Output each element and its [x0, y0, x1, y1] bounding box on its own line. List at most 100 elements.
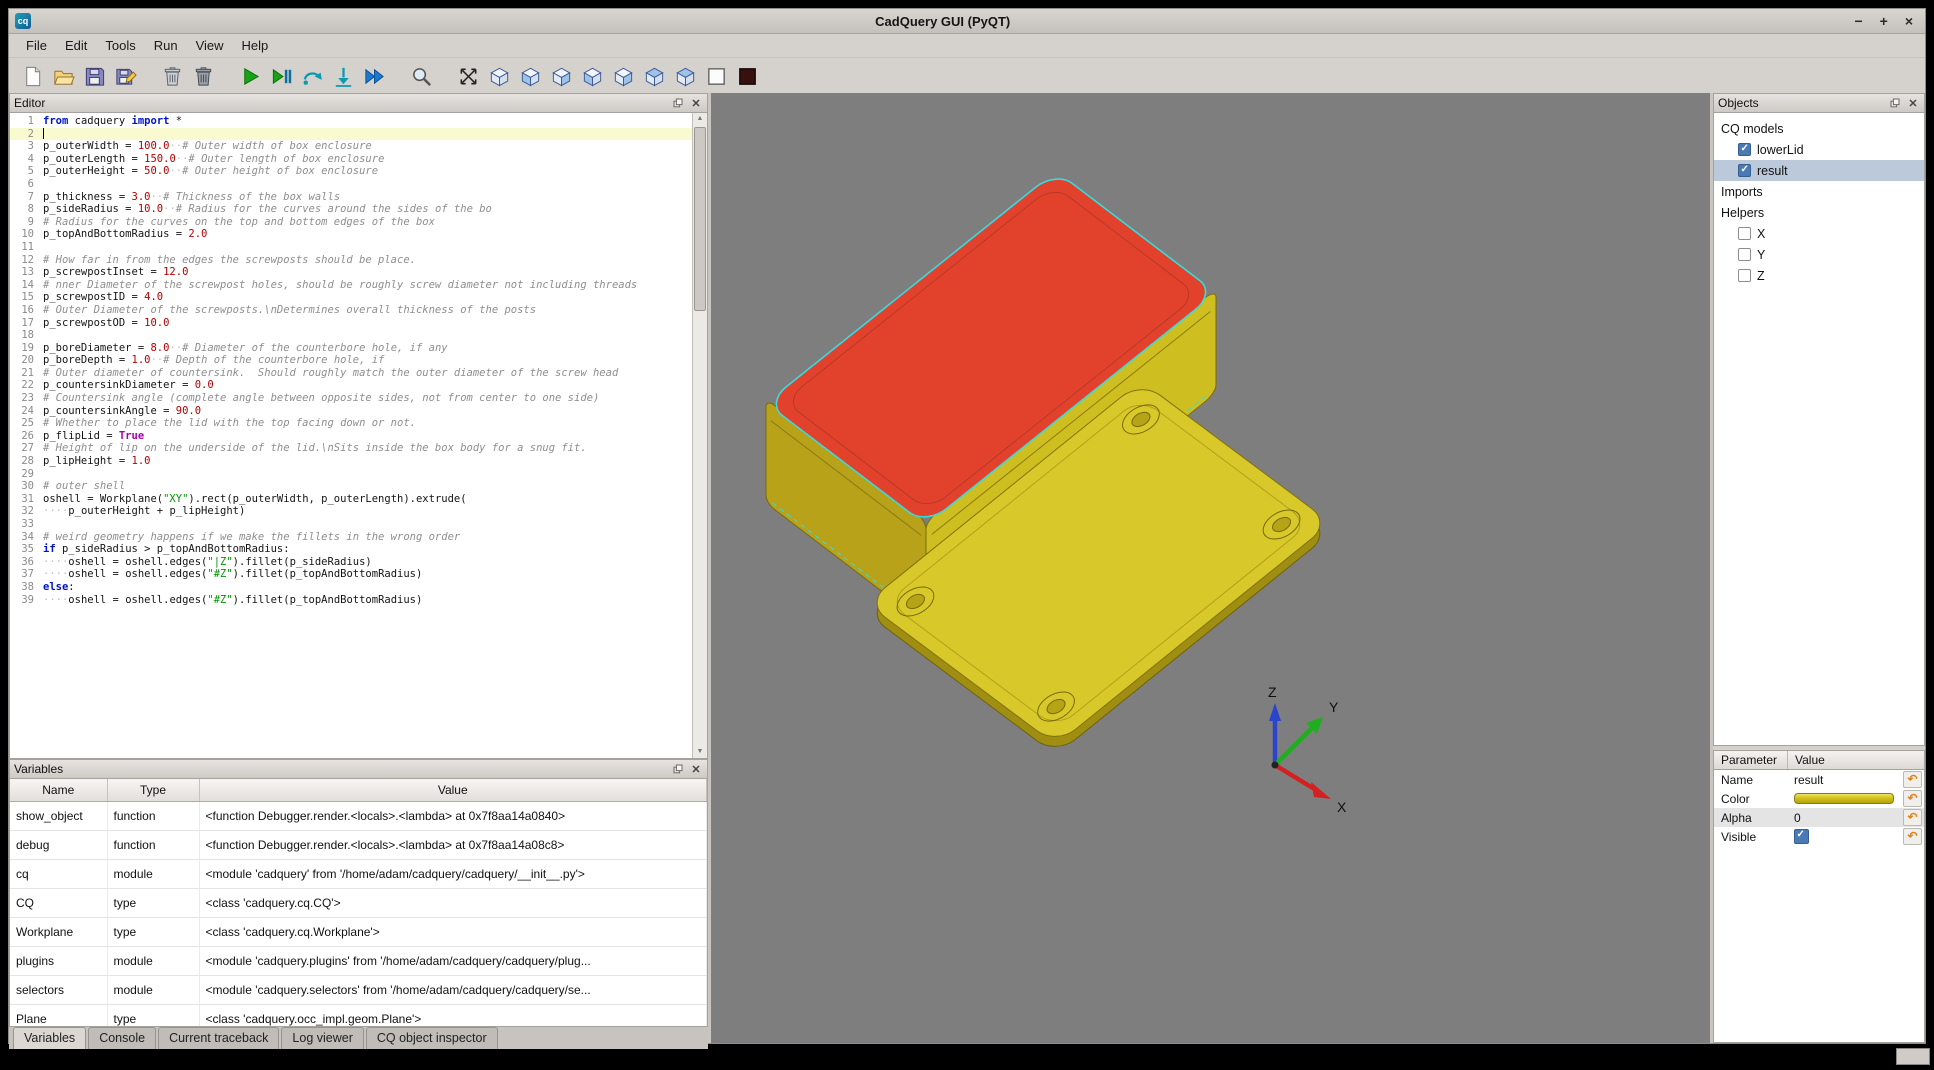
- code-line[interactable]: 10p_topAndBottomRadius = 2.0: [10, 228, 693, 241]
- code-line[interactable]: 16# Outer Diameter of the screwposts.\nD…: [10, 304, 693, 317]
- code-line[interactable]: 19p_boreDiameter = 8.0··# Diameter of th…: [10, 342, 693, 355]
- visibility-checkbox[interactable]: [1738, 143, 1751, 156]
- menu-run[interactable]: Run: [145, 36, 187, 55]
- code-line[interactable]: 9# Radius for the curves on the top and …: [10, 216, 693, 229]
- code-line[interactable]: 33: [10, 518, 693, 531]
- editor-float-button[interactable]: [670, 97, 685, 110]
- continue-icon[interactable]: [359, 61, 390, 91]
- run-icon[interactable]: [235, 61, 266, 91]
- shaded-icon[interactable]: [732, 61, 763, 91]
- tree-item-x[interactable]: X: [1714, 223, 1924, 244]
- parameter-row-color[interactable]: Color↶: [1714, 789, 1924, 808]
- parameter-row-alpha[interactable]: Alpha0↶: [1714, 808, 1924, 827]
- zoom-fit-icon[interactable]: [406, 61, 437, 91]
- table-row[interactable]: Planetype<class 'cadquery.occ_impl.geom.…: [10, 1005, 707, 1028]
- code-line[interactable]: 26p_flipLid = True: [10, 430, 693, 443]
- maximize-button[interactable]: +: [1880, 14, 1888, 28]
- code-line[interactable]: 5p_outerHeight = 50.0··# Outer height of…: [10, 165, 693, 178]
- menu-tools[interactable]: Tools: [96, 36, 144, 55]
- code-line[interactable]: 31oshell = Workplane("XY").rect(p_outerW…: [10, 493, 693, 506]
- code-line[interactable]: 11: [10, 241, 693, 254]
- column-header-type[interactable]: Type: [107, 779, 199, 802]
- debug-icon[interactable]: [266, 61, 297, 91]
- table-row[interactable]: debugfunction<function Debugger.render.<…: [10, 831, 707, 860]
- code-line[interactable]: 13p_screwpostInset = 12.0: [10, 266, 693, 279]
- editor-close-button[interactable]: [688, 97, 703, 110]
- variables-close-button[interactable]: [688, 763, 703, 776]
- code-line[interactable]: 37····oshell = oshell.edges("#Z").fillet…: [10, 568, 693, 581]
- code-line[interactable]: 2: [10, 128, 693, 141]
- objects-close-button[interactable]: [1905, 97, 1920, 110]
- code-line[interactable]: 8p_sideRadius = 10.0··# Radius for the c…: [10, 203, 693, 216]
- view-right-icon[interactable]: [608, 61, 639, 91]
- table-row[interactable]: Workplanetype<class 'cadquery.cq.Workpla…: [10, 918, 707, 947]
- menu-edit[interactable]: Edit: [56, 36, 96, 55]
- visible-checkbox[interactable]: [1794, 829, 1809, 844]
- view-iso-icon[interactable]: [484, 61, 515, 91]
- code-area[interactable]: 1from cadquery import *23p_outerWidth = …: [10, 115, 693, 606]
- code-line[interactable]: 14# nner Diameter of the screwpost holes…: [10, 279, 693, 292]
- visibility-checkbox[interactable]: [1738, 164, 1751, 177]
- parameter-column-header[interactable]: Parameter: [1714, 751, 1788, 769]
- step-into-icon[interactable]: [328, 61, 359, 91]
- code-line[interactable]: 28p_lipHeight = 1.0: [10, 455, 693, 468]
- reset-value-icon[interactable]: ↶: [1903, 771, 1922, 788]
- tab-variables[interactable]: Variables: [13, 1027, 86, 1049]
- code-line[interactable]: 32····p_outerHeight + p_lipHeight): [10, 505, 693, 518]
- objects-float-button[interactable]: [1887, 97, 1902, 110]
- code-line[interactable]: 29: [10, 468, 693, 481]
- minimize-button[interactable]: −: [1854, 14, 1862, 28]
- code-line[interactable]: 1from cadquery import *: [10, 115, 693, 128]
- visibility-checkbox[interactable]: [1738, 269, 1751, 282]
- menu-file[interactable]: File: [17, 36, 56, 55]
- color-swatch[interactable]: [1794, 793, 1894, 804]
- code-line[interactable]: 30# outer shell: [10, 480, 693, 493]
- table-row[interactable]: selectorsmodule<module 'cadquery.selecto…: [10, 976, 707, 1005]
- close-button[interactable]: ×: [1905, 14, 1913, 28]
- view-left-icon[interactable]: [577, 61, 608, 91]
- table-row[interactable]: CQtype<class 'cadquery.cq.CQ'>: [10, 889, 707, 918]
- code-line[interactable]: 6: [10, 178, 693, 191]
- code-line[interactable]: 23# Countersink angle (complete angle be…: [10, 392, 693, 405]
- table-row[interactable]: pluginsmodule<module 'cadquery.plugins' …: [10, 947, 707, 976]
- code-line[interactable]: 35if p_sideRadius > p_topAndBottomRadius…: [10, 543, 693, 556]
- column-header-name[interactable]: Name: [10, 779, 107, 802]
- code-line[interactable]: 20p_boreDepth = 1.0··# Depth of the coun…: [10, 354, 693, 367]
- menu-view[interactable]: View: [187, 36, 233, 55]
- code-line[interactable]: 27# Height of lip on the underside of th…: [10, 442, 693, 455]
- code-line[interactable]: 7p_thickness = 3.0··# Thickness of the b…: [10, 191, 693, 204]
- tree-item-helpers[interactable]: Helpers: [1714, 202, 1924, 223]
- code-line[interactable]: 24p_countersinkAngle = 90.0: [10, 405, 693, 418]
- save-icon[interactable]: [79, 61, 110, 91]
- code-line[interactable]: 3p_outerWidth = 100.0··# Outer width of …: [10, 140, 693, 153]
- value-column-header[interactable]: Value: [1788, 753, 1924, 767]
- scrollbar-thumb[interactable]: [694, 127, 706, 311]
- code-line[interactable]: 38else:: [10, 581, 693, 594]
- view-back-icon[interactable]: [546, 61, 577, 91]
- editor-scrollbar[interactable]: ▲ ▼: [692, 113, 707, 758]
- table-row[interactable]: show_objectfunction<function Debugger.re…: [10, 802, 707, 831]
- tree-item-cq-models[interactable]: CQ models: [1714, 118, 1924, 139]
- tab-current-traceback[interactable]: Current traceback: [158, 1027, 279, 1049]
- wireframe-icon[interactable]: [701, 61, 732, 91]
- tree-item-z[interactable]: Z: [1714, 265, 1924, 286]
- open-icon[interactable]: [48, 61, 79, 91]
- title-bar[interactable]: cq CadQuery GUI (PyQT) − + ×: [9, 9, 1925, 34]
- scroll-up-icon[interactable]: ▲: [693, 113, 707, 125]
- tree-item-y[interactable]: Y: [1714, 244, 1924, 265]
- code-line[interactable]: 15p_screwpostID = 4.0: [10, 291, 693, 304]
- code-line[interactable]: 21# Outer diameter of countersink. Shoul…: [10, 367, 693, 380]
- size-grip[interactable]: [1896, 1048, 1930, 1065]
- tab-cq-object-inspector[interactable]: CQ object inspector: [366, 1027, 498, 1049]
- tree-item-imports[interactable]: Imports: [1714, 181, 1924, 202]
- save-as-icon[interactable]: [110, 61, 141, 91]
- visibility-checkbox[interactable]: [1738, 248, 1751, 261]
- variables-float-button[interactable]: [670, 763, 685, 776]
- code-line[interactable]: 18: [10, 329, 693, 342]
- view-top-icon[interactable]: [639, 61, 670, 91]
- code-line[interactable]: 39····oshell = oshell.edges("#Z").fillet…: [10, 594, 693, 607]
- reset-value-icon[interactable]: ↶: [1903, 828, 1922, 845]
- step-over-icon[interactable]: [297, 61, 328, 91]
- viewport-3d[interactable]: Z Y X: [711, 93, 1710, 1043]
- table-row[interactable]: cqmodule<module 'cadquery' from '/home/a…: [10, 860, 707, 889]
